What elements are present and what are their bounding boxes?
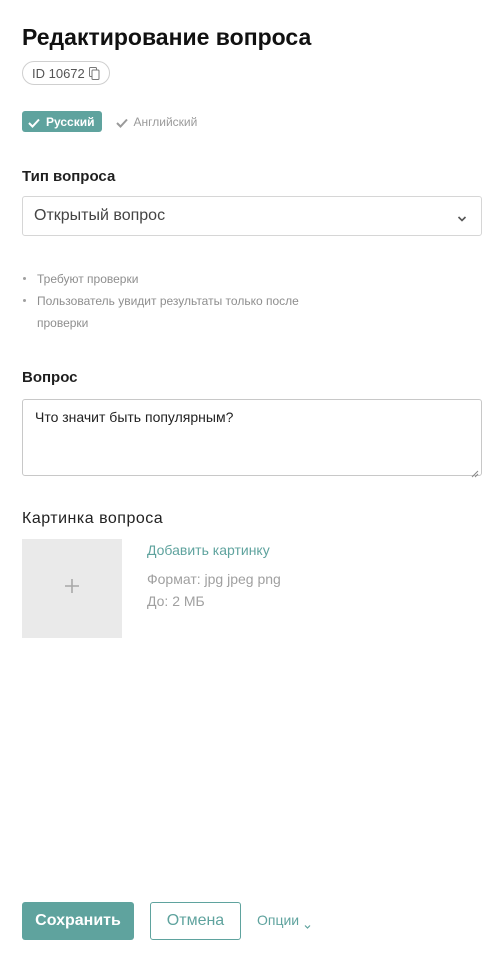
add-image-link[interactable]: Добавить картинку [147,542,270,558]
question-type-notes: Требуют проверки Пользователь увидит рез… [22,268,322,334]
copy-icon[interactable] [88,66,100,80]
plus-icon [64,578,80,599]
chevron-down-icon [304,917,311,929]
options-label: Опции [257,912,300,928]
note-item: Требуют проверки [22,268,322,290]
question-label: Вопрос [22,369,78,386]
question-type-select[interactable]: Открытый вопрос [22,196,482,236]
id-chip[interactable]: ID 10672 [22,61,110,85]
check-icon [28,117,40,128]
language-tab-english[interactable]: Английский [115,114,198,129]
cancel-button[interactable]: Отмена [150,902,241,940]
language-tab-label: Русский [46,114,95,129]
question-type-label: Тип вопроса [22,168,116,185]
image-section-label: Картинка вопроса [22,510,164,527]
image-size-hint: До: 2 МБ [147,593,205,609]
question-type-value: Открытый вопрос [34,207,166,224]
question-edit-page: Редактирование вопроса ID 10672 Русский [0,0,500,959]
options-button[interactable]: Опции [257,912,311,929]
page-title: Редактирование вопроса [22,24,312,50]
id-chip-label: ID 10672 [32,65,85,81]
chevron-down-icon [457,211,467,222]
image-format-hint: Формат: jpg jpeg png [147,571,281,587]
resize-handle-icon[interactable] [471,465,479,478]
image-upload-box[interactable] [22,539,122,638]
question-textarea[interactable]: Что значит быть популярным? [22,399,482,478]
language-switcher: Русский Английский [22,111,197,132]
language-tab-russian[interactable]: Русский [22,111,102,132]
note-item: Пользователь увидит результаты только по… [22,290,322,334]
save-button[interactable]: Сохранить [22,902,134,940]
language-tab-label: Английский [133,114,198,129]
check-icon [115,117,128,128]
question-text: Что значит быть популярным? [35,409,234,425]
